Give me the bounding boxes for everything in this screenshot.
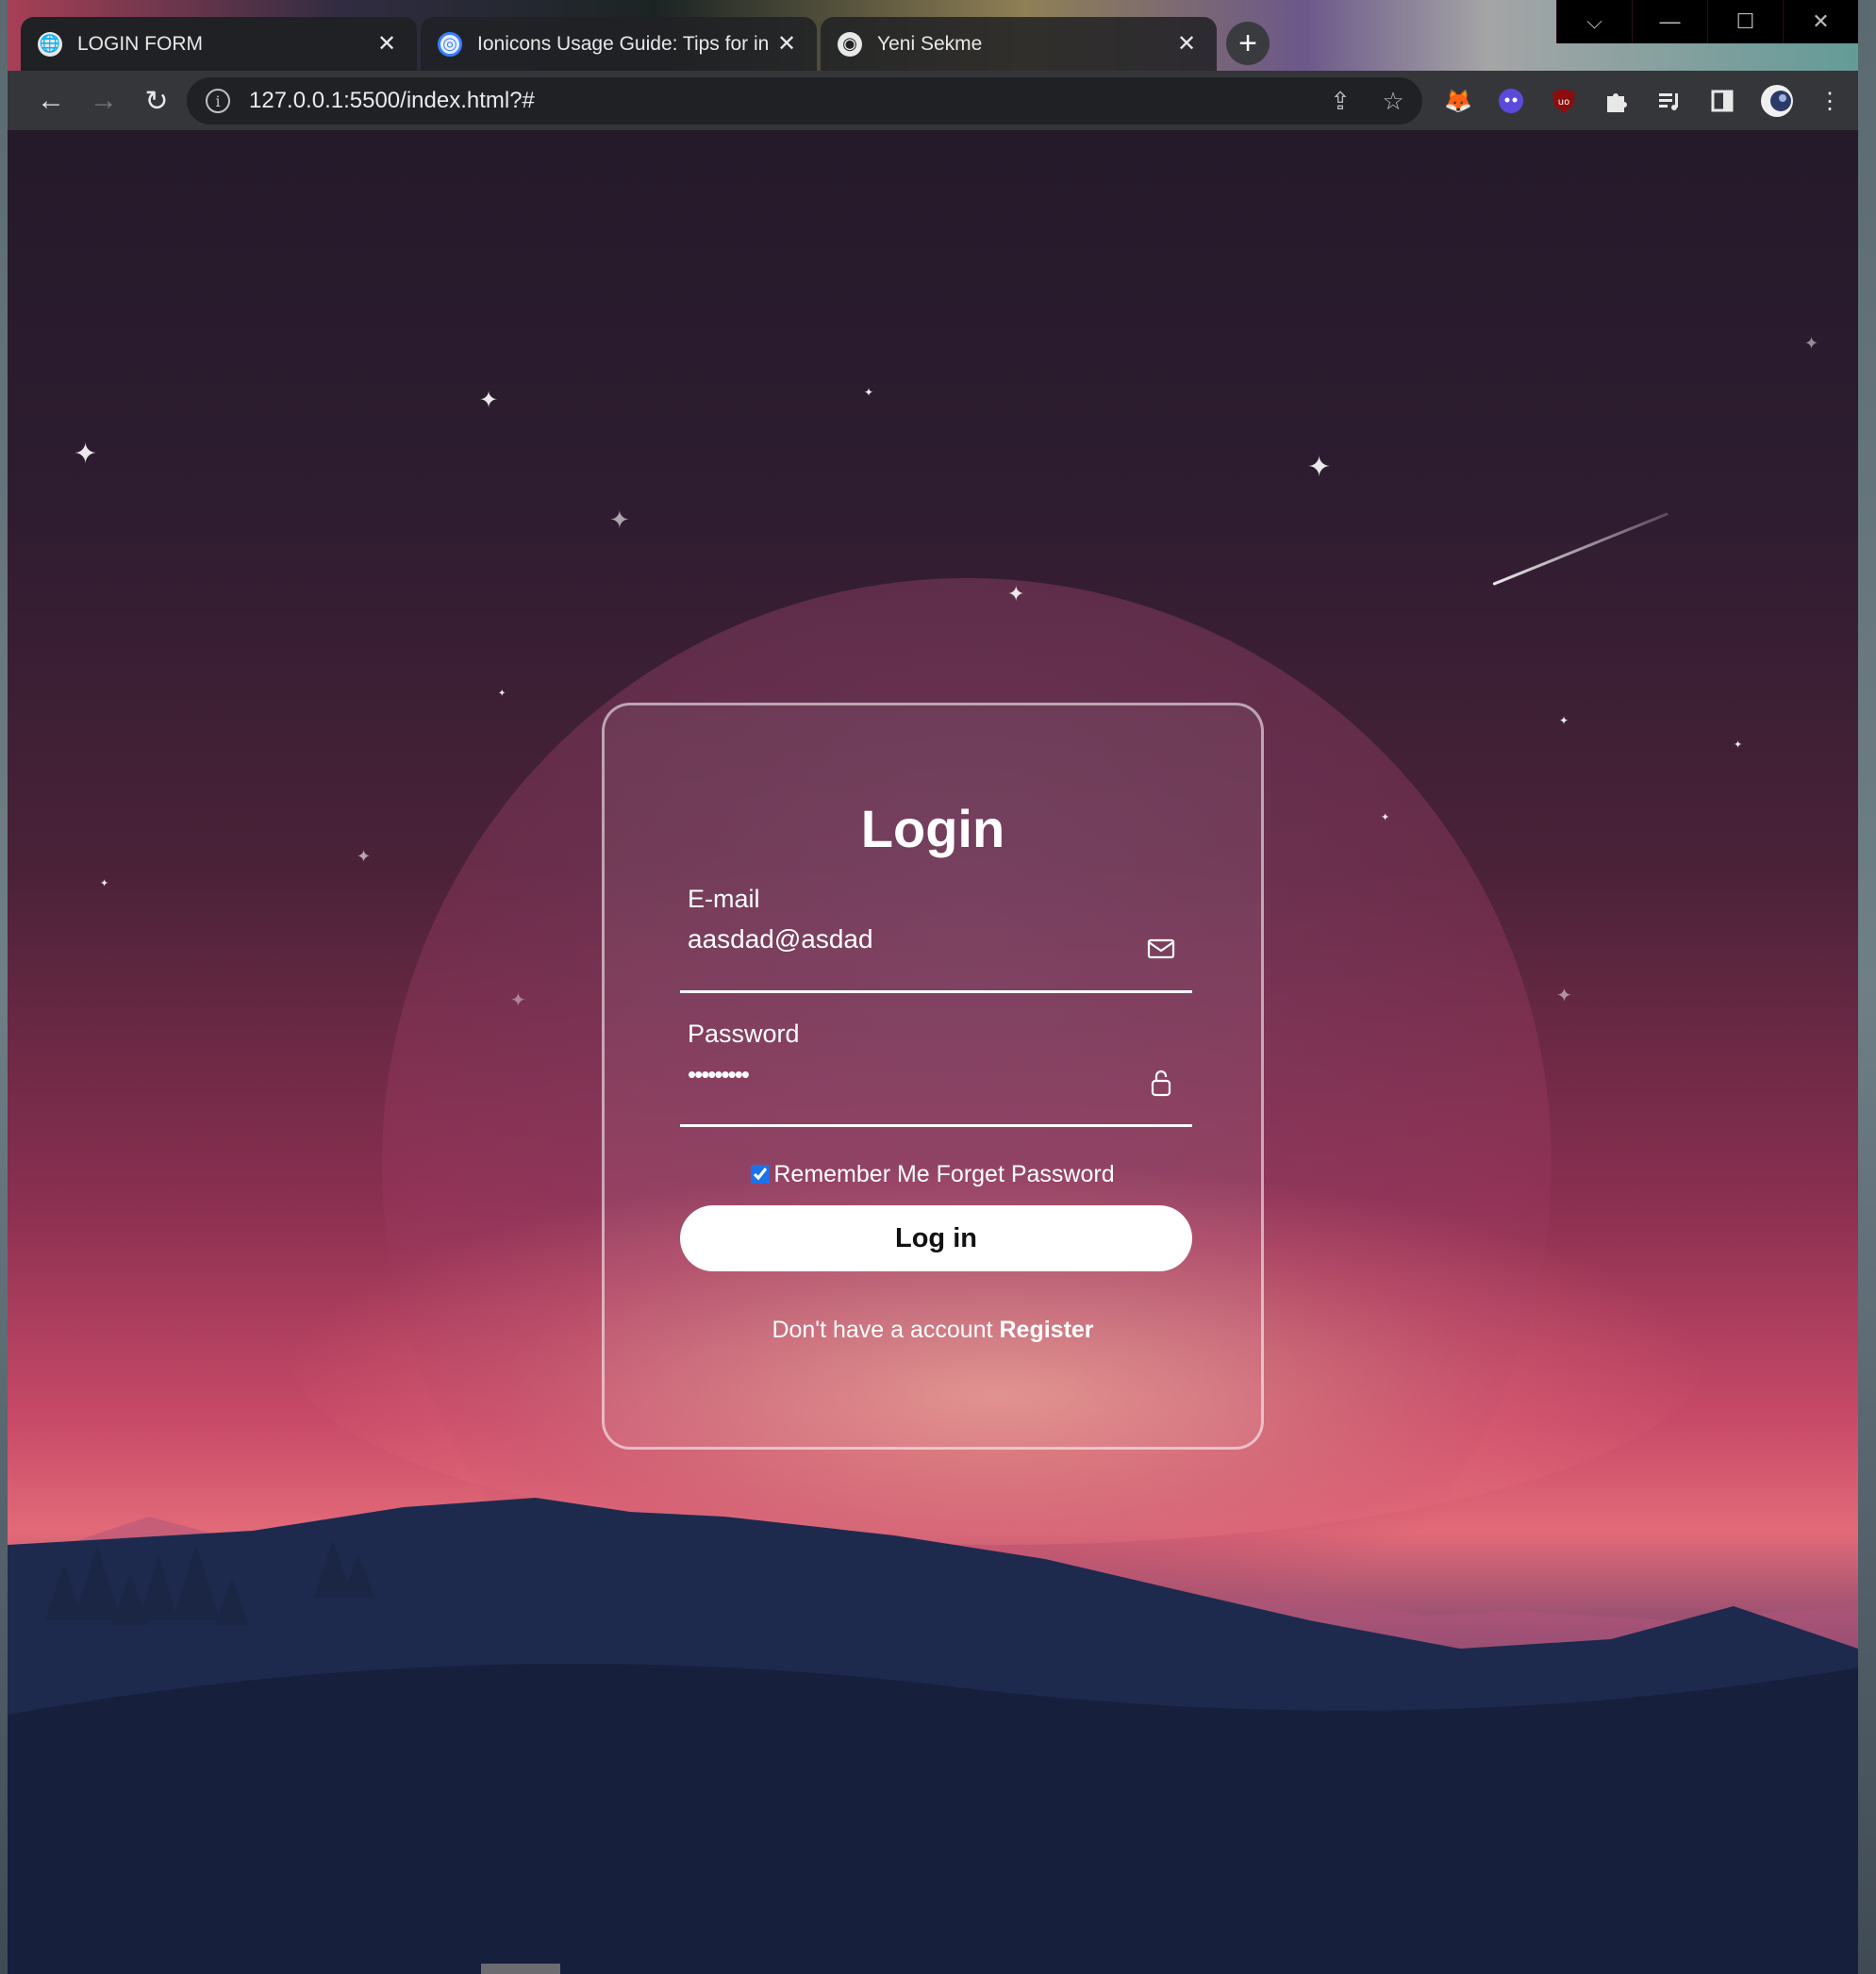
register-prompt: Don't have a account (772, 1317, 993, 1343)
forward-arrow-icon[interactable]: → (85, 82, 123, 120)
star-icon: ✦ (1007, 582, 1025, 605)
window-controls: ⌵ — ☐ ✕ (1556, 0, 1858, 43)
star-icon: ✦ (1556, 986, 1572, 1006)
profile-avatar[interactable] (1760, 84, 1794, 118)
tab-login-form[interactable]: 🌐 LOGIN FORM ✕ (21, 17, 417, 71)
tab-yeni-sekme[interactable]: ◉ Yeni Sekme ✕ (821, 17, 1217, 71)
extensions-puzzle-icon[interactable] (1600, 84, 1634, 118)
password-label: Password (688, 1020, 800, 1048)
email-underline (680, 990, 1192, 993)
globe-icon: 🌐 (38, 31, 62, 57)
tab-title: LOGIN FORM (77, 32, 204, 55)
password-field[interactable]: ••••••••• (688, 1060, 1121, 1089)
chrome-icon: ◉ (838, 31, 862, 57)
star-icon: ✦ (357, 847, 372, 866)
star-icon: ✦ (1307, 452, 1332, 483)
browser-menu-icon[interactable]: ⋮ (1813, 84, 1847, 118)
register-row: Don't have a account Register (605, 1317, 1261, 1344)
mountain-silhouette (8, 1498, 1858, 1974)
star-icon: ✦ (100, 878, 109, 889)
star-icon: ✦ (1804, 334, 1819, 353)
remember-row: Remember Me Forget Password (605, 1161, 1261, 1188)
remember-checkbox[interactable] (751, 1165, 771, 1184)
login-button[interactable]: Log in (680, 1205, 1192, 1271)
star-icon: ✦ (609, 506, 630, 534)
close-window-button[interactable]: ✕ (1783, 0, 1858, 43)
shooting-star (1492, 512, 1668, 586)
ionicons-logo-icon: ◎ (438, 31, 462, 57)
new-tab-button[interactable]: + (1226, 22, 1270, 65)
url-text[interactable]: 127.0.0.1:5500/index.html?# (249, 88, 535, 114)
share-icon[interactable]: ⇪ (1324, 85, 1356, 117)
password-underline (680, 1124, 1192, 1127)
tab-ionicons-guide[interactable]: ◎ Ionicons Usage Guide: Tips for in ✕ (421, 17, 817, 71)
ublock-origin-icon[interactable]: uo (1547, 84, 1581, 118)
login-page: ✦ ✦ ✦ ✦ ✦ ✦ ✦ ✦ ✦ ✦ ✦ ✦ ✦ ✦ ✦ Login E-ma… (8, 130, 1858, 1974)
extension-purple-icon[interactable] (1494, 84, 1528, 118)
lock-icon (1151, 1070, 1171, 1097)
side-panel-icon[interactable] (1705, 84, 1739, 118)
browser-window: 🌐 LOGIN FORM ✕ ◎ Ionicons Usage Guide: T… (8, 0, 1858, 1974)
tab-title: Ionicons Usage Guide: Tips for in (477, 32, 770, 55)
star-icon: ✦ (1734, 739, 1743, 751)
metamask-fox-icon[interactable]: 🦊 (1441, 84, 1475, 118)
star-icon: ✦ (479, 388, 499, 413)
address-bar[interactable]: i 127.0.0.1:5500/index.html?# ⇪ ☆ (187, 77, 1422, 124)
site-info-icon[interactable]: i (206, 89, 230, 113)
browser-toolbar: ← → ↻ i 127.0.0.1:5500/index.html?# ⇪ ☆ … (8, 71, 1858, 130)
star-icon: ✦ (1559, 714, 1569, 727)
email-field[interactable] (688, 924, 1121, 954)
bookmark-star-icon[interactable]: ☆ (1377, 85, 1409, 117)
star-icon: ✦ (1381, 812, 1390, 823)
media-queue-icon[interactable] (1652, 84, 1686, 118)
login-card: Login E-mail Password ••••••••• Remember… (602, 703, 1264, 1450)
star-icon: ✦ (74, 439, 98, 470)
email-label: E-mail (688, 885, 760, 913)
tab-title: Yeni Sekme (877, 32, 983, 55)
star-icon: ✦ (498, 688, 506, 699)
tab-close-icon[interactable]: ✕ (374, 30, 400, 58)
tab-close-icon[interactable]: ✕ (773, 30, 800, 58)
horizontal-scrollbar-thumb[interactable] (481, 1964, 560, 1974)
back-arrow-icon[interactable]: ← (32, 82, 70, 120)
tab-search-dropdown-icon[interactable]: ⌵ (1556, 0, 1632, 43)
reload-icon[interactable]: ↻ (138, 82, 175, 120)
maximize-button[interactable]: ☐ (1707, 0, 1783, 43)
remember-label[interactable]: Remember Me Forget Password (773, 1161, 1114, 1187)
star-icon: ✦ (510, 990, 526, 1011)
star-icon: ✦ (864, 386, 874, 399)
svg-text:uo: uo (1558, 97, 1569, 108)
tab-close-icon[interactable]: ✕ (1173, 30, 1200, 58)
mail-icon (1147, 938, 1175, 959)
minimize-button[interactable]: — (1632, 0, 1707, 43)
login-title: Login (860, 799, 1005, 858)
register-link[interactable]: Register (1000, 1317, 1094, 1343)
